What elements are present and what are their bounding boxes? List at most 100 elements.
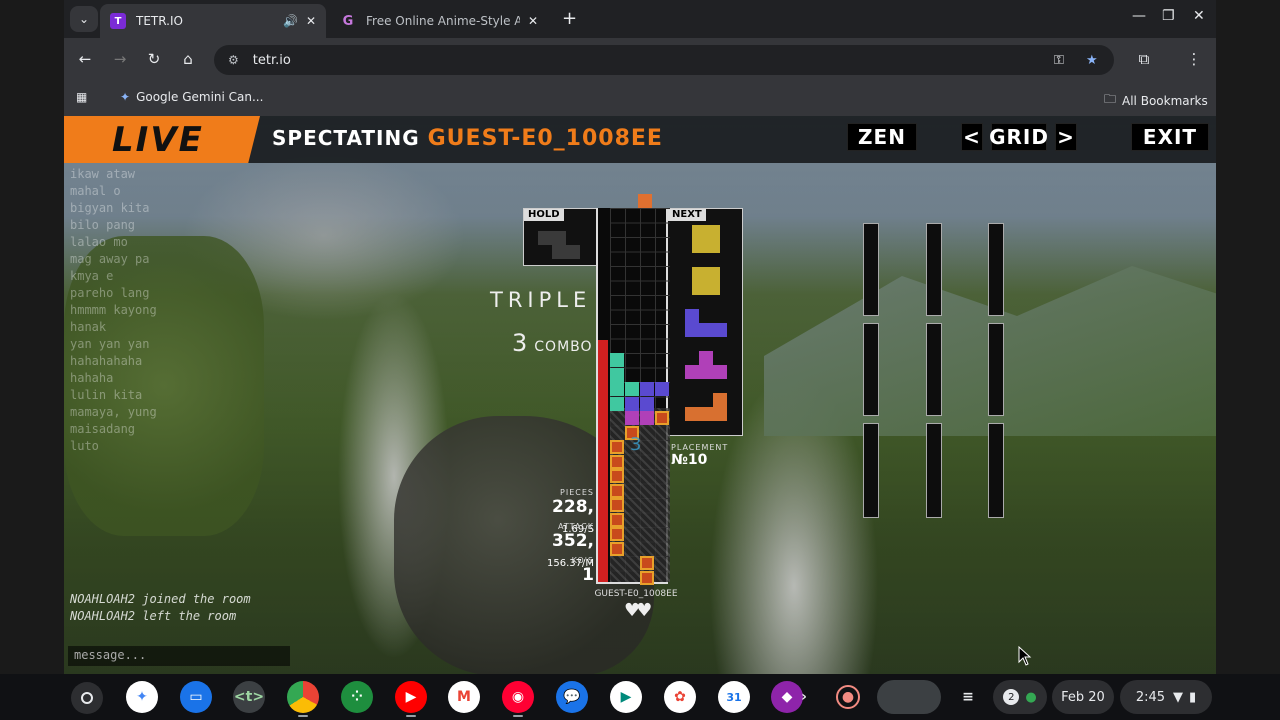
date-pill[interactable]: Feb 20 [1052,680,1114,714]
chevron-right-icon[interactable]: › [794,681,814,713]
meet-app-icon[interactable]: ▶ [610,681,642,713]
clear-type-label: TRIPLE [490,288,592,312]
garbage-block [610,527,624,541]
mouse-cursor-icon [1018,646,1032,666]
gif-site-favicon-icon: G [342,13,354,29]
photos-app-icon[interactable]: ✿ [664,681,696,713]
opponent-slot[interactable] [926,323,942,416]
url-text: tetr.io [252,52,291,68]
calendar-app-icon[interactable]: 31 [718,681,750,713]
exit-button[interactable]: EXIT [1131,123,1209,151]
notification-pill[interactable]: 2 ● [993,680,1047,714]
apps-grid-icon[interactable]: ▦ [76,90,87,104]
chat-message: pareho lang [70,286,150,300]
piece-block [706,281,720,295]
key-icon[interactable]: ⚿ [1054,45,1064,75]
live-badge: LIVE [64,116,260,163]
placement: PLACEMENT №10 [671,443,728,468]
garbage-block [610,541,624,556]
all-bookmarks[interactable]: 🗀 All Bookmarks [1104,90,1208,111]
garbage-block [655,411,669,425]
tab-title: TETR.IO [136,14,183,28]
tote-thumbnails[interactable] [877,680,941,714]
youtube-music-app-icon[interactable]: ◉ [502,681,534,713]
address-bar[interactable]: ⚙ tetr.io ⚿ ★ [214,45,1114,75]
stack-block [655,382,669,396]
reload-icon[interactable]: ↻ [144,50,164,68]
chat-message: mamaya, yung [70,405,157,419]
grid-next-icon[interactable]: > [1055,123,1077,151]
status-area[interactable]: 2:45 ▼ ▮ [1120,680,1212,714]
time-text: 2:45 [1135,689,1166,705]
chat-message: kmya e [70,269,114,283]
playlist-icon[interactable]: ≡ [952,681,984,713]
opponent-slot[interactable] [926,223,942,316]
close-window-icon[interactable]: ✕ [1193,8,1205,24]
chat-message: mahal o [70,184,121,198]
gemini-icon: ✦ [120,90,131,104]
close-tab-icon[interactable]: ✕ [306,14,316,28]
tetrio-favicon-icon: T [110,13,126,29]
garbage-block [610,498,624,512]
bookmark-gemini[interactable]: ✦ Google Gemini Can... [120,90,263,104]
bookmark-star-icon[interactable]: ★ [1086,45,1098,75]
bookmark-label: Google Gemini Can... [136,90,264,104]
notification-count: 2 [1003,689,1020,705]
new-tab-icon[interactable]: + [562,8,577,29]
speaker-icon[interactable]: 🔊 [283,14,298,28]
gemini-app-icon[interactable]: ✦ [126,681,158,713]
opponent-slot[interactable] [988,323,1004,416]
launcher-button[interactable] [71,682,103,714]
stack-block [625,396,639,411]
running-indicator [406,715,416,717]
chrome-app-icon[interactable] [287,681,319,713]
messages-app-icon[interactable]: 💬 [556,681,588,713]
chat-message: bilo pang [70,218,136,232]
menu-icon[interactable]: ⋮ [1184,50,1204,68]
piece-block [685,309,699,323]
gmail-app-icon[interactable]: M [448,681,480,713]
zen-button[interactable]: ZEN [847,123,917,151]
garbage-block [610,483,624,498]
close-tab-icon[interactable]: ✕ [528,14,538,28]
screen-record-icon[interactable]: ● [836,685,860,709]
chat-message: lulin kita [70,388,143,402]
restore-icon[interactable]: ❐ [1162,8,1175,24]
youtube-app-icon[interactable]: ▶ [395,681,427,713]
opponent-slot[interactable] [926,423,942,518]
garbage-block [610,469,624,483]
chat-event-message: NOAHLOAH2 joined the room [70,592,251,606]
opponent-slot[interactable] [988,423,1004,518]
toolbar: ← → ↻ ⌂ ⚙ tetr.io ⚿ ★ ⧉ ⋮ [64,38,1216,82]
forward-icon[interactable]: → [110,50,130,68]
game-viewport[interactable]: LIVE SPECTATING GUEST-E0_1008EE ZEN < GR… [64,116,1216,674]
minimize-icon[interactable]: — [1132,8,1146,24]
opponent-slot[interactable] [863,323,879,416]
tab-search-button[interactable]: ⌄ [70,6,98,32]
opponent-slot[interactable] [863,223,879,316]
tab-tetrio[interactable]: T TETR.IO 🔊 ✕ [100,4,326,38]
opponent-slot[interactable] [988,223,1004,316]
grid-button[interactable]: GRID [989,123,1048,151]
app-grid-icon[interactable]: ⁘ [341,681,373,713]
site-info-icon[interactable]: ⚙ [228,53,239,67]
folder-icon: 🗀 [1104,92,1117,106]
game-board [596,208,670,585]
files-app-icon[interactable]: ▭ [180,681,212,713]
terminal-app-icon[interactable]: <t> [233,681,265,713]
piece-block [706,267,720,281]
home-icon[interactable]: ⌂ [178,50,198,68]
chat-message: hahaha [70,371,114,385]
opponent-slot[interactable] [863,423,879,518]
chat-input[interactable]: message... [68,646,290,666]
garbage-block [610,454,624,469]
stack-block [625,382,639,396]
next-label: NEXT [668,209,706,221]
garbage-meter [598,340,608,582]
tab-gif[interactable]: G Free Online Anime-Style AI GIF ✕ [330,4,548,38]
extensions-icon[interactable]: ⧉ [1134,50,1154,68]
piece-block [706,239,720,253]
back-icon[interactable]: ← [75,50,95,68]
chat-message: lalao mo [70,235,128,249]
grid-prev-icon[interactable]: < [961,123,983,151]
